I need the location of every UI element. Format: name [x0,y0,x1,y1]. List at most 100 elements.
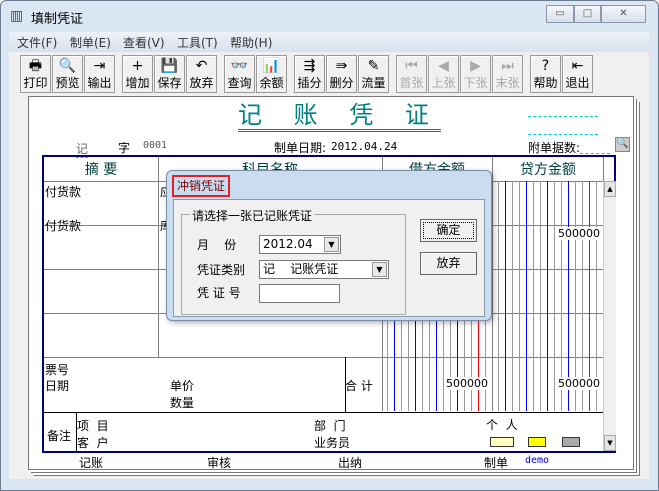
row-2-credit[interactable]: 500000 [558,227,600,240]
total-label: 合 计 [345,379,373,393]
cashflow-button[interactable]: ✎ 流量 [358,55,389,93]
number-label: 凭 证 号 [197,286,241,300]
ticket-label: 票号 [45,363,70,377]
col-divider [603,157,604,181]
print-icon: 🖶 [28,58,43,74]
price-label: 单价 [170,379,195,393]
first-button[interactable]: ⏮ 首张 [396,55,427,93]
money-grid-line [533,181,534,411]
prev-button[interactable]: ◀ 上张 [428,55,459,93]
card-icon[interactable] [528,437,546,447]
row-1-summary[interactable]: 付货款 [45,183,81,200]
app-icon: ▥ [10,8,24,24]
voucher-number-input[interactable] [259,284,340,303]
salesman-label: 业务员 [314,436,351,450]
voucher-date[interactable]: 2012.04.24 [331,140,397,153]
col-divider [492,157,493,411]
menu-view[interactable]: 查看(V) [123,34,165,51]
menu-help[interactable]: 帮助(H) [230,34,272,51]
exit-icon: ⇤ [571,58,584,74]
zi-label: 字 [118,141,131,155]
attach-count-field[interactable] [580,153,610,154]
print-label: 打印 [23,76,48,90]
cancel-button[interactable]: 放弃 [420,252,477,275]
month-label: 月 份 [197,238,237,252]
next-icon: ▶ [470,58,481,74]
prev-icon: ◀ [438,58,449,74]
row-2-summary[interactable]: 付货款 [45,217,81,234]
money-grid-line [408,313,409,411]
month-select[interactable]: 2012.04 ▼ [259,235,341,254]
save-button[interactable]: 💾 保存 [154,55,185,93]
cashflow-label: 流量 [361,76,386,90]
insert-line-label: 插分 [297,76,322,90]
remark-label: 备注 [47,429,72,443]
money-grid-line [457,313,458,411]
help-icon: ? [541,58,550,74]
minimize-button[interactable]: ▭ [546,5,574,23]
money-grid-line [450,313,451,411]
title-bar: ▥ 填制凭证 ▭ □ ✕ [1,1,658,31]
money-grid-line [415,313,416,411]
discard-button[interactable]: ↶ 放弃 [186,55,217,93]
remark-divider [44,412,603,413]
total-debit: 500000 [446,377,488,390]
add-button[interactable]: + 增加 [122,55,153,93]
exit-label: 退出 [565,76,590,90]
dialog-title: 冲销凭证 [172,175,231,197]
query-button[interactable]: 👓 查询 [224,55,255,93]
last-icon: ⏭ [501,58,514,74]
total-credit: 500000 [558,377,600,390]
money-grid-line [443,313,444,411]
balance-button[interactable]: 📊 余额 [256,55,287,93]
menu-edit[interactable]: 制单(E) [70,34,111,51]
month-value: 2012.04 [263,237,313,251]
delete-line-button[interactable]: ⇛ 删分 [326,55,357,93]
export-button[interactable]: ⇥ 输出 [84,55,115,93]
close-button[interactable]: ✕ [601,5,646,23]
type-select[interactable]: 记 记账凭证 ▼ [259,260,389,279]
first-icon: ⏮ [405,58,418,74]
vertical-scrollbar[interactable]: ▲ ▼ [603,181,616,451]
search-icon[interactable]: 🔍 [615,137,630,152]
help-button[interactable]: ? 帮助 [530,55,561,93]
insert-line-button[interactable]: ⇶ 插分 [294,55,325,93]
next-button[interactable]: ▶ 下张 [460,55,491,93]
attach-label: 附单据数: [528,141,581,155]
chevron-down-icon[interactable]: ▼ [324,237,339,252]
cashflow-icon: ✎ [367,58,380,74]
header-credit: 贷方金额 [520,162,576,178]
discard-icon: ↶ [195,58,208,74]
help-label: 帮助 [533,76,558,90]
money-grid-line [547,181,548,411]
money-grid-line [526,181,527,411]
save-icon: 💾 [160,58,179,74]
maximize-button[interactable]: □ [574,5,601,23]
exit-button[interactable]: ⇤ 退出 [562,55,593,93]
delete-line-icon: ⇛ [335,58,348,74]
money-grid-line [422,313,423,411]
edit-icon[interactable] [562,437,580,447]
discard-label: 放弃 [189,76,214,90]
menu-tools[interactable]: 工具(T) [177,34,218,51]
group-label: 请选择一张已记账凭证 [190,207,315,224]
date-row-label: 日期 [45,379,70,393]
last-label: 末张 [495,76,520,90]
ok-button[interactable]: 确定 [420,219,477,242]
money-grid-line [498,181,499,411]
print-button[interactable]: 🖶 打印 [20,55,51,93]
col-divider [158,157,159,357]
window-title: 填制凭证 [31,12,84,27]
voucher-number[interactable]: 0001 [143,140,167,151]
insert-line-icon: ⇶ [303,58,316,74]
money-grid-line [436,313,437,411]
last-button[interactable]: ⏭ 末张 [492,55,523,93]
note-icon[interactable] [490,437,514,447]
menu-file[interactable]: 文件(F) [17,34,57,51]
dialog-body: 请选择一张已记账凭证 月 份 2012.04 ▼ 凭证类别 记 记账凭证 ▼ 凭 证… [173,199,485,317]
money-grid-line [387,313,388,411]
preview-button[interactable]: 🔍 预览 [52,55,83,93]
footer-audit: 审核 [207,456,232,470]
type-value: 记 记账凭证 [263,262,339,276]
chevron-down-icon[interactable]: ▼ [372,262,387,277]
